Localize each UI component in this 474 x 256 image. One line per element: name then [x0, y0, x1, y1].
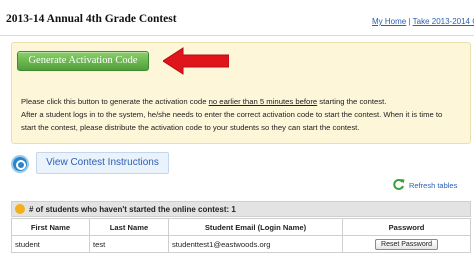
activation-panel: Generate Activation Code Please click th… — [11, 42, 471, 144]
table-row: student test studenttest1@eastwoods.org … — [11, 235, 471, 253]
take-contest-link[interactable]: Take 2013-2014 Cont — [413, 17, 474, 26]
students-table: First Name Last Name Student Email (Logi… — [11, 218, 471, 253]
red-arrow-icon — [163, 47, 229, 75]
refresh-icon[interactable] — [392, 178, 405, 191]
instructions-line-3: start the contest, please distribute the… — [21, 123, 360, 132]
magnifier-icon[interactable] — [11, 155, 29, 173]
page-header: 2013-14 Annual 4th Grade Contest My Home… — [0, 0, 474, 36]
view-contest-instructions-button[interactable]: View Contest Instructions — [36, 152, 169, 174]
reset-password-button[interactable]: Reset Password — [375, 238, 438, 250]
column-header-last-name: Last Name — [89, 218, 169, 236]
generate-activation-code-button[interactable]: Generate Activation Code — [17, 51, 149, 71]
column-header-password: Password — [342, 218, 471, 236]
cell-email: studenttest1@eastwoods.org — [168, 235, 343, 253]
sun-icon — [15, 204, 25, 214]
cell-last-name: test — [89, 235, 169, 253]
top-nav: My Home | Take 2013-2014 Cont — [372, 17, 474, 26]
students-count-bar: # of students who haven't started the on… — [11, 201, 471, 217]
column-header-first-name: First Name — [11, 218, 90, 236]
refresh-tables-control[interactable]: Refresh tables — [392, 178, 466, 192]
activation-instructions: Please click this button to generate the… — [21, 95, 471, 134]
cell-first-name: student — [11, 235, 90, 253]
students-count-label: # of students who haven't started the on… — [29, 205, 236, 214]
instructions-line-1: Please click this button to generate the… — [21, 97, 387, 106]
column-header-email: Student Email (Login Name) — [168, 218, 343, 236]
cell-password: Reset Password — [342, 235, 471, 253]
instructions-line-2: After a student logs in to the system, h… — [21, 110, 443, 119]
page-title: 2013-14 Annual 4th Grade Contest — [6, 13, 177, 25]
table-header-row: First Name Last Name Student Email (Logi… — [11, 218, 471, 236]
refresh-tables-label[interactable]: Refresh tables — [409, 181, 457, 190]
my-home-link[interactable]: My Home — [372, 17, 406, 26]
timing-emphasis: no earlier than 5 minutes before — [208, 97, 318, 106]
